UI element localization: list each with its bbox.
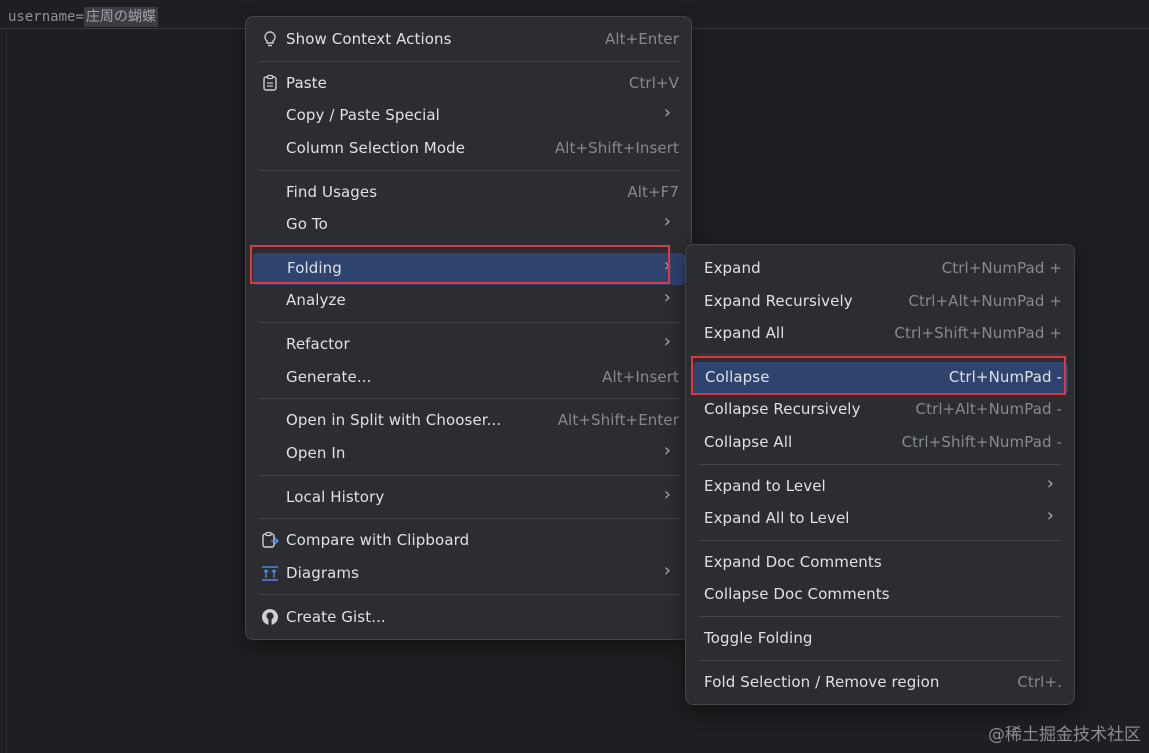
- menu-separator: [698, 540, 1062, 541]
- submenu-item-expand-to-level[interactable]: Expand to Level ›: [692, 471, 1068, 503]
- watermark: @稀土掘金技术社区: [988, 725, 1141, 745]
- menu-item-label: Local History: [286, 488, 385, 506]
- menu-item-copy-paste-special[interactable]: Copy / Paste Special ›: [252, 100, 685, 132]
- lightbulb-icon: [260, 29, 280, 49]
- chevron-right-icon: ›: [663, 211, 671, 232]
- editor-code-line[interactable]: username= 庄周の蝴蝶: [0, 5, 158, 29]
- submenu-item-expand-recursively[interactable]: Expand Recursively Ctrl+Alt+NumPad +: [692, 286, 1068, 318]
- submenu-item-expand[interactable]: Expand Ctrl+NumPad +: [692, 253, 1068, 285]
- menu-item-label: Paste: [286, 74, 327, 92]
- menu-item-label: Collapse All: [704, 433, 793, 451]
- menu-item-column-selection-mode[interactable]: Column Selection Mode Alt+Shift+Insert: [252, 133, 685, 165]
- editor-context-menu: Show Context Actions Alt+Enter Paste Ctr…: [245, 16, 692, 640]
- menu-item-label: Open in Split with Chooser...: [286, 411, 502, 429]
- submenu-item-toggle-folding[interactable]: Toggle Folding: [692, 623, 1068, 655]
- menu-item-find-usages[interactable]: Find Usages Alt+F7: [252, 177, 685, 209]
- menu-item-label: Analyze: [286, 291, 346, 309]
- menu-separator: [259, 398, 679, 399]
- submenu-item-collapse-recursively[interactable]: Collapse Recursively Ctrl+Alt+NumPad -: [692, 394, 1068, 426]
- submenu-item-fold-selection[interactable]: Fold Selection / Remove region Ctrl+.: [692, 667, 1068, 699]
- menu-item-label: Fold Selection / Remove region: [704, 673, 940, 691]
- chevron-right-icon: ›: [663, 331, 671, 352]
- menu-item-open-split[interactable]: Open in Split with Chooser... Alt+Shift+…: [252, 405, 685, 437]
- submenu-item-collapse-all[interactable]: Collapse All Ctrl+Shift+NumPad -: [692, 427, 1068, 459]
- menu-item-shortcut: Alt+Enter: [604, 30, 679, 48]
- menu-separator: [259, 170, 679, 171]
- diagram-icon: [260, 563, 280, 583]
- menu-item-shortcut: Ctrl+Shift+NumPad +: [894, 324, 1062, 342]
- menu-item-label: Expand: [704, 259, 761, 277]
- menu-separator: [259, 518, 679, 519]
- submenu-item-expand-all[interactable]: Expand All Ctrl+Shift+NumPad +: [692, 318, 1068, 350]
- menu-item-shortcut: Ctrl+Shift+NumPad -: [901, 433, 1062, 451]
- menu-item-shortcut: Ctrl+V: [628, 74, 679, 92]
- menu-item-label: Generate...: [286, 368, 372, 386]
- menu-item-label: Collapse Doc Comments: [704, 585, 890, 603]
- menu-item-paste[interactable]: Paste Ctrl+V: [252, 68, 685, 100]
- menu-item-shortcut: Alt+F7: [627, 183, 679, 201]
- menu-item-shortcut: Alt+Insert: [602, 368, 679, 386]
- menu-item-label: Find Usages: [286, 183, 378, 201]
- menu-item-label: Go To: [286, 215, 328, 233]
- menu-item-label: Expand to Level: [704, 477, 826, 495]
- annotation-box-folding: [250, 245, 670, 284]
- menu-item-label: Expand Doc Comments: [704, 553, 882, 571]
- folding-submenu: Expand Ctrl+NumPad + Expand Recursively …: [685, 244, 1075, 705]
- menu-item-shortcut: Alt+Shift+Insert: [554, 139, 679, 157]
- menu-separator: [698, 464, 1062, 465]
- menu-item-label: Expand Recursively: [704, 292, 853, 310]
- code-key: username=: [8, 9, 84, 25]
- menu-item-local-history[interactable]: Local History ›: [252, 482, 685, 514]
- menu-item-open-in[interactable]: Open In ›: [252, 438, 685, 470]
- menu-item-label: Create Gist...: [286, 608, 386, 626]
- menu-item-label: Expand All: [704, 324, 785, 342]
- menu-item-shortcut: Ctrl+Alt+NumPad +: [908, 292, 1062, 310]
- menu-item-label: Column Selection Mode: [286, 139, 466, 157]
- menu-separator: [698, 616, 1062, 617]
- menu-item-label: Toggle Folding: [704, 629, 813, 647]
- menu-item-label: Copy / Paste Special: [286, 106, 440, 124]
- menu-item-go-to[interactable]: Go To ›: [252, 209, 685, 241]
- chevron-right-icon: ›: [663, 560, 671, 581]
- menu-item-compare-clipboard[interactable]: Compare with Clipboard: [252, 525, 685, 557]
- menu-item-label: Expand All to Level: [704, 509, 850, 527]
- submenu-item-expand-all-to-level[interactable]: Expand All to Level ›: [692, 503, 1068, 535]
- github-icon: [260, 607, 280, 627]
- compare-clipboard-icon: [260, 530, 280, 550]
- menu-item-shortcut: Ctrl+.: [1017, 673, 1062, 691]
- menu-item-shortcut: Ctrl+NumPad +: [941, 259, 1062, 277]
- menu-item-diagrams[interactable]: Diagrams ›: [252, 558, 685, 590]
- annotation-box-collapse: [691, 356, 1066, 395]
- submenu-item-collapse-doc-comments[interactable]: Collapse Doc Comments: [692, 579, 1068, 611]
- menu-separator: [259, 475, 679, 476]
- menu-item-label: Compare with Clipboard: [286, 531, 470, 549]
- menu-item-show-context-actions[interactable]: Show Context Actions Alt+Enter: [252, 24, 685, 56]
- menu-item-create-gist[interactable]: Create Gist...: [252, 602, 685, 634]
- menu-item-refactor[interactable]: Refactor ›: [252, 329, 685, 361]
- chevron-right-icon: ›: [1046, 473, 1054, 494]
- chevron-right-icon: ›: [663, 484, 671, 505]
- menu-separator: [259, 322, 679, 323]
- menu-separator: [259, 61, 679, 62]
- menu-item-label: Collapse Recursively: [704, 400, 861, 418]
- menu-separator: [698, 354, 1062, 355]
- clipboard-icon: [260, 73, 280, 93]
- chevron-right-icon: ›: [663, 102, 671, 123]
- chevron-right-icon: ›: [663, 440, 671, 461]
- chevron-right-icon: ›: [663, 287, 671, 308]
- submenu-item-expand-doc-comments[interactable]: Expand Doc Comments: [692, 547, 1068, 579]
- menu-item-analyze[interactable]: Analyze ›: [252, 285, 685, 317]
- menu-item-label: Diagrams: [286, 564, 360, 582]
- menu-separator: [698, 660, 1062, 661]
- menu-item-generate[interactable]: Generate... Alt+Insert: [252, 362, 685, 394]
- menu-item-label: Show Context Actions: [286, 30, 452, 48]
- menu-item-shortcut: Ctrl+Alt+NumPad -: [915, 400, 1062, 418]
- menu-item-shortcut: Alt+Shift+Enter: [557, 411, 679, 429]
- menu-item-label: Open In: [286, 444, 346, 462]
- chevron-right-icon: ›: [1046, 505, 1054, 526]
- code-value: 庄周の蝴蝶: [83, 7, 158, 27]
- menu-item-label: Refactor: [286, 335, 350, 353]
- menu-separator: [259, 594, 679, 595]
- editor-gutter: [6, 30, 7, 753]
